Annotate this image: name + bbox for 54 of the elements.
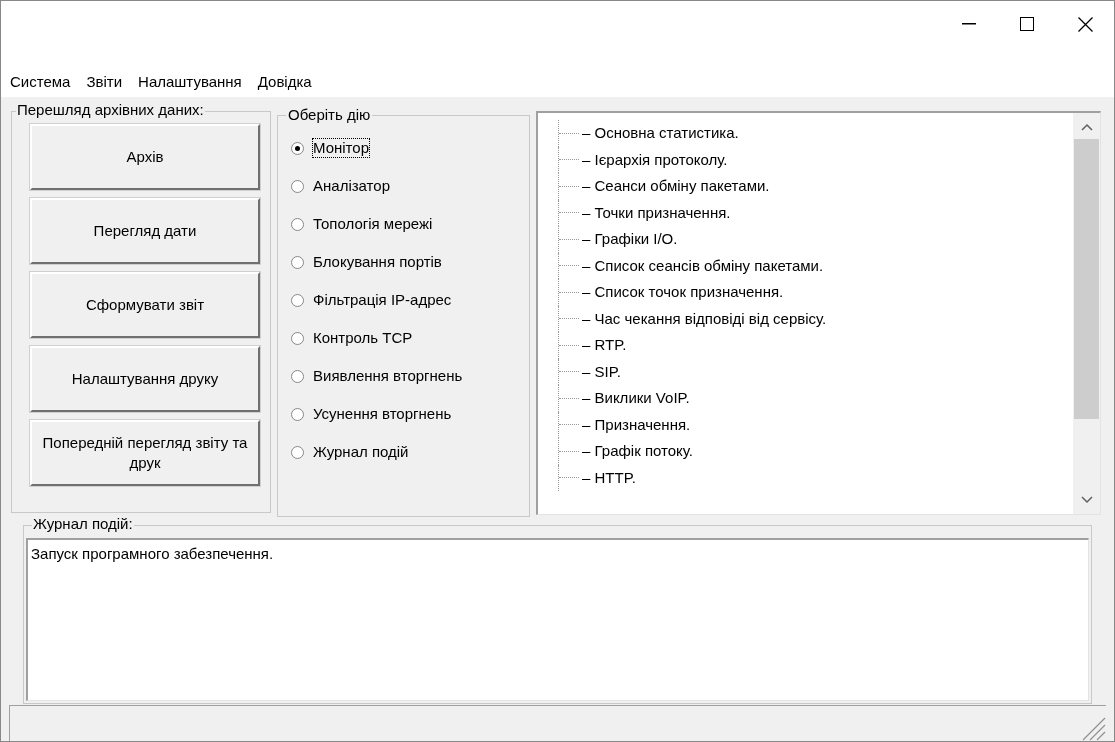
radio-button[interactable] bbox=[291, 331, 304, 345]
archive-button[interactable]: Попередній перегляд звіту та друк bbox=[30, 420, 260, 486]
tree-item[interactable]: – Список точок призначення. bbox=[582, 283, 784, 302]
tree-item[interactable]: – Список сеансів обміну пакетами. bbox=[582, 256, 824, 275]
scrollbar[interactable] bbox=[1073, 113, 1100, 514]
log-entry: Запуск програмного забезпечення. bbox=[31, 545, 274, 562]
group-title: Перешляд архівних даних: bbox=[16, 101, 205, 119]
radio-button[interactable] bbox=[291, 369, 304, 383]
radio-label[interactable]: Усунення вторгнень bbox=[313, 405, 452, 423]
radio-button[interactable] bbox=[291, 445, 304, 459]
close-icon bbox=[1077, 16, 1093, 32]
radio-button[interactable] bbox=[291, 407, 304, 421]
scroll-down-icon[interactable] bbox=[1080, 496, 1093, 504]
radio-button[interactable] bbox=[291, 141, 304, 155]
resize-grip-icon[interactable] bbox=[1080, 715, 1106, 741]
tree-item[interactable]: – HTTP. bbox=[582, 468, 636, 487]
menu-item[interactable]: Звіти bbox=[86, 73, 123, 91]
radio-button[interactable] bbox=[291, 179, 304, 193]
log-text-area[interactable]: Запуск програмного забезпечення. bbox=[26, 538, 1089, 701]
tree-item[interactable]: – Призначення. bbox=[582, 415, 691, 434]
menu-item[interactable]: Довідка bbox=[257, 73, 312, 91]
tree-item[interactable]: – RTP. bbox=[582, 336, 627, 355]
radio-label[interactable]: Аналізатор bbox=[313, 177, 390, 195]
radio-label[interactable]: Журнал подій bbox=[313, 443, 409, 461]
menu-item[interactable]: Система bbox=[10, 73, 71, 91]
maximize-icon bbox=[1020, 17, 1034, 31]
radio-button[interactable] bbox=[291, 255, 304, 269]
minimize-icon bbox=[962, 23, 976, 25]
radio-label[interactable]: Виявлення вторгнень bbox=[313, 367, 463, 385]
group-title: Оберіть дію bbox=[286, 106, 373, 124]
tree-item[interactable]: – Графік потоку. bbox=[582, 442, 693, 461]
tree-item[interactable]: – Час чекання відповіді від сервісу. bbox=[582, 309, 827, 328]
tree-item[interactable]: – Ієрархія протоколу. bbox=[582, 150, 728, 169]
radio-label[interactable]: Монітор bbox=[313, 139, 369, 157]
scrollbar-thumb[interactable] bbox=[1074, 139, 1099, 419]
archive-button[interactable]: Архів bbox=[30, 124, 260, 190]
archive-button[interactable]: Перегляд дати bbox=[30, 198, 260, 264]
radio-label[interactable]: Блокування портів bbox=[313, 253, 442, 271]
tree-item[interactable]: – Сеанси обміну пакетами. bbox=[582, 177, 770, 196]
group-title: Журнал подій: bbox=[32, 515, 134, 533]
radio-label[interactable]: Фільтрація IP-адрес bbox=[313, 291, 452, 309]
radio-label[interactable]: Топологія мережі bbox=[313, 215, 433, 233]
tree-item[interactable]: – Точки призначення. bbox=[582, 203, 731, 222]
tree-item[interactable]: – Графіки I/O. bbox=[582, 230, 678, 249]
tree-item[interactable]: – SIP. bbox=[582, 362, 621, 381]
tree-item[interactable]: – Виклики VoIP. bbox=[582, 389, 690, 408]
menu-item[interactable]: Налаштування bbox=[138, 73, 242, 91]
radio-label[interactable]: Контроль TCP bbox=[313, 329, 413, 347]
archive-button[interactable]: Сформувати звіт bbox=[30, 272, 260, 338]
radio-button[interactable] bbox=[291, 217, 304, 231]
radio-button[interactable] bbox=[291, 293, 304, 307]
scroll-up-icon[interactable] bbox=[1080, 123, 1093, 131]
archive-button[interactable]: Налаштування друку bbox=[30, 346, 260, 412]
tree-item[interactable]: – Основна статистика. bbox=[582, 124, 739, 143]
